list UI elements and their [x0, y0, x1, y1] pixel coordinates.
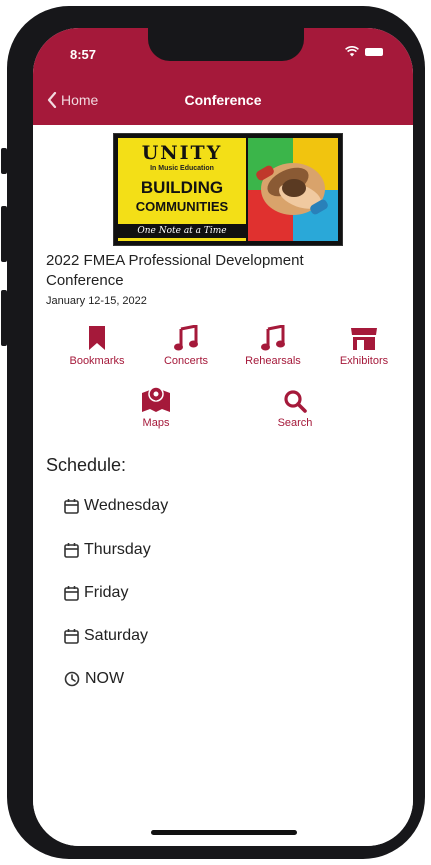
banner-line-tagline: One Note at a Time	[118, 224, 246, 238]
rehearsals-label: Rehearsals	[245, 355, 301, 367]
concerts-button[interactable]: Concerts	[138, 321, 234, 367]
search-label: Search	[277, 417, 313, 429]
bookmark-icon	[89, 326, 105, 350]
search-icon	[284, 390, 307, 413]
music-note-icon	[261, 325, 285, 351]
map-icon	[142, 386, 170, 412]
banner-line-music-education: In Music Education	[150, 165, 214, 172]
content-area: UNITY In Music Education BUILDING COMMUN…	[33, 125, 413, 846]
clock-icon	[64, 671, 80, 687]
schedule-item-saturday[interactable]: Saturday	[64, 627, 148, 645]
schedule-item-label: NOW	[85, 670, 125, 687]
rehearsals-button[interactable]: Rehearsals	[225, 321, 321, 367]
store-icon	[351, 328, 377, 350]
banner-line-communities: COMMUNITIES	[135, 199, 229, 214]
schedule-item-now[interactable]: NOW	[64, 670, 124, 688]
calendar-icon	[64, 499, 79, 514]
calendar-icon	[64, 629, 79, 644]
status-time: 8:57	[70, 47, 97, 62]
maps-button[interactable]: Maps	[108, 383, 204, 429]
page-title: Conference	[184, 92, 262, 108]
bookmarks-button[interactable]: Bookmarks	[49, 321, 145, 367]
wifi-icon	[345, 46, 359, 57]
schedule-item-friday[interactable]: Friday	[64, 584, 128, 602]
search-button[interactable]: Search	[247, 383, 343, 429]
conference-banner: UNITY In Music Education BUILDING COMMUN…	[113, 133, 343, 246]
hands-artwork	[248, 138, 338, 241]
banner-line-building: BUILDING	[140, 178, 224, 197]
banner-text-panel: UNITY In Music Education BUILDING COMMUN…	[118, 138, 246, 241]
conference-title: 2022 FMEA Professional Development Confe…	[46, 252, 304, 289]
calendar-icon	[64, 586, 79, 601]
maps-label: Maps	[142, 417, 170, 429]
battery-icon	[365, 47, 383, 56]
navigation-bar: 8:57 Home Conference	[33, 28, 413, 125]
concerts-label: Concerts	[163, 355, 209, 367]
phone-frame: 8:57 Home Conference UNITY In Music Educ…	[7, 6, 425, 859]
schedule-item-label: Wednesday	[84, 497, 169, 514]
exhibitors-button[interactable]: Exhibitors	[316, 321, 412, 367]
schedule-item-thursday[interactable]: Thursday	[64, 541, 151, 559]
exhibitors-label: Exhibitors	[339, 355, 389, 367]
volume-down-button	[1, 290, 7, 346]
schedule-item-label: Friday	[84, 584, 129, 601]
schedule-heading: Schedule:	[46, 455, 127, 475]
bookmarks-label: Bookmarks	[69, 355, 125, 367]
device-notch	[148, 28, 304, 61]
schedule-item-label: Thursday	[84, 541, 151, 558]
schedule-item-wednesday[interactable]: Wednesday	[64, 497, 168, 515]
music-note-icon	[174, 325, 198, 351]
banner-line-unity: UNITY	[141, 142, 223, 164]
conference-dates: January 12-15, 2022	[46, 295, 147, 307]
schedule-item-label: Saturday	[84, 627, 149, 644]
calendar-icon	[64, 543, 79, 558]
volume-up-button	[1, 206, 7, 262]
status-icons	[345, 46, 383, 57]
home-indicator[interactable]	[151, 830, 297, 835]
app-screen: 8:57 Home Conference UNITY In Music Educ…	[33, 28, 413, 846]
mute-switch	[1, 148, 7, 174]
